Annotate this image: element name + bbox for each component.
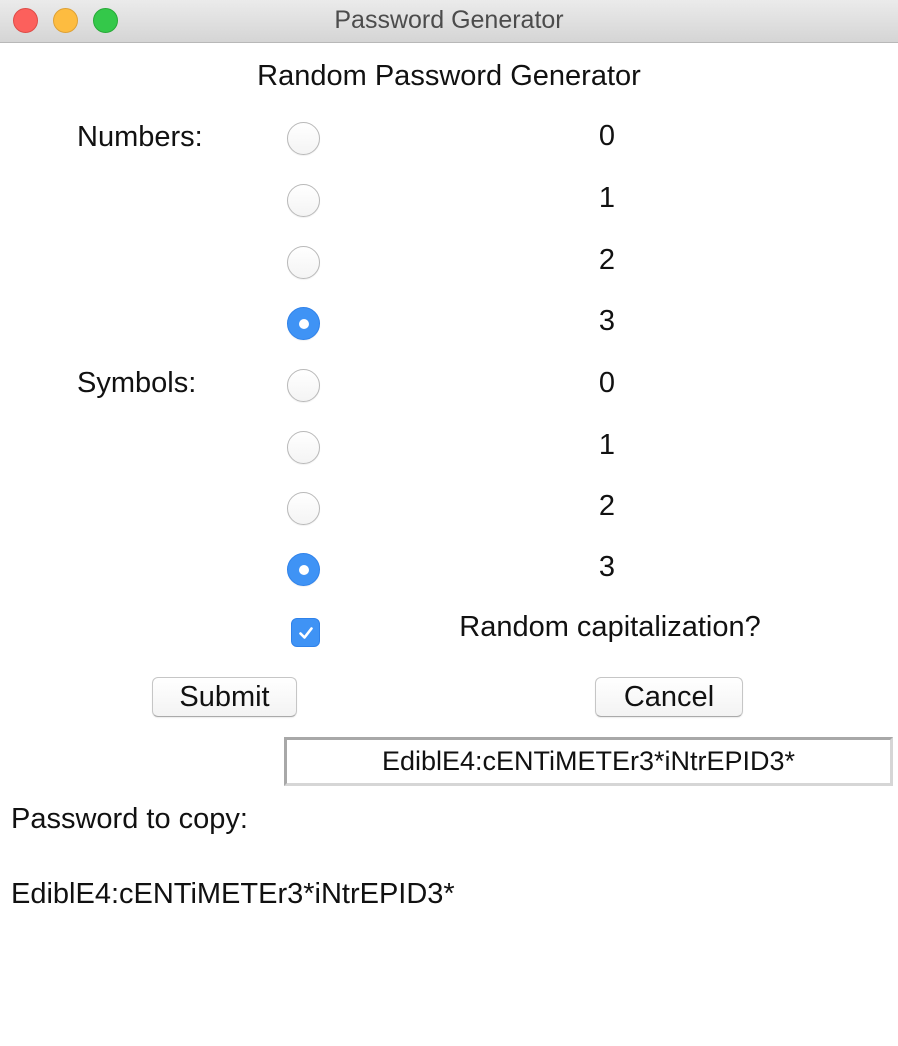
- symbols-radio-2[interactable]: [287, 492, 320, 525]
- submit-button[interactable]: Submit: [152, 677, 297, 717]
- symbols-option-3-label: 3: [598, 551, 616, 583]
- page-heading: Random Password Generator: [257, 60, 641, 92]
- numbers-label: Numbers:: [77, 121, 203, 153]
- password-to-copy-value: EdiblE4:cENTiMETEr3*iNtrEPID3*: [11, 878, 455, 910]
- numbers-radio-2[interactable]: [287, 246, 320, 279]
- numbers-radio-3[interactable]: [287, 307, 320, 340]
- numbers-option-2-label: 2: [598, 244, 616, 276]
- symbols-label: Symbols:: [77, 367, 197, 399]
- numbers-radio-0[interactable]: [287, 122, 320, 155]
- symbols-option-1-label: 1: [598, 429, 616, 461]
- title-bar: Password Generator: [0, 0, 898, 43]
- symbols-option-0-label: 0: [598, 367, 616, 399]
- symbols-radio-3[interactable]: [287, 553, 320, 586]
- numbers-option-0-label: 0: [598, 120, 616, 152]
- random-capitalization-checkbox[interactable]: [291, 618, 320, 647]
- cancel-button[interactable]: Cancel: [595, 677, 743, 717]
- symbols-option-2-label: 2: [598, 490, 616, 522]
- random-capitalization-label: Random capitalization?: [459, 611, 761, 643]
- numbers-radio-1[interactable]: [287, 184, 320, 217]
- numbers-option-3-label: 3: [598, 305, 616, 337]
- symbols-radio-1[interactable]: [287, 431, 320, 464]
- password-to-copy-label: Password to copy:: [11, 803, 248, 835]
- checkmark-icon: [298, 626, 313, 639]
- window-title: Password Generator: [334, 6, 564, 34]
- numbers-option-1-label: 1: [598, 182, 616, 214]
- symbols-radio-0[interactable]: [287, 369, 320, 402]
- generated-password-field[interactable]: [284, 737, 893, 786]
